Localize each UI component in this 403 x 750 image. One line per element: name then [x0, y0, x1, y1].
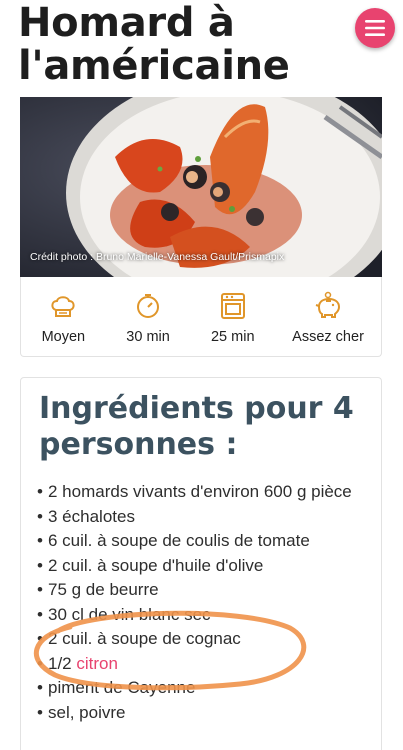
- chef-hat-icon: [51, 296, 75, 317]
- prep-time-label: 30 min: [126, 329, 170, 345]
- difficulty-label: Moyen: [41, 329, 86, 345]
- cost-info: Assez cher: [275, 277, 381, 356]
- difficulty-info: Moyen: [21, 277, 106, 356]
- list-item: • 2 cuil. à soupe de cognac: [37, 629, 241, 648]
- list-item: • 2 cuil. à soupe d'huile d'olive: [37, 555, 264, 575]
- lobster-dish-image: [20, 97, 382, 277]
- piggy-bank-icon: [315, 291, 341, 318]
- cook-time-info: 25 min: [190, 277, 275, 356]
- list-item: • 2 homards vivants d'environ 600 g pièce: [37, 482, 352, 501]
- cost-label: Assez cher: [292, 329, 364, 345]
- ingredients-title: Ingrédients pour 4 personnes :: [39, 391, 354, 462]
- page-title: Homard à l'américaine: [18, 0, 290, 89]
- hamburger-menu-icon: [365, 20, 385, 36]
- list-item: • 75 g de beurre: [37, 580, 159, 599]
- ingredient-list: • 2 homards vivants d'environ 600 g pièce…: [37, 480, 377, 725]
- cook-time-label: 25 min: [210, 329, 255, 345]
- list-item: • 1/2 citron: [37, 653, 118, 673]
- list-item: • piment de Cayenne: [37, 678, 196, 697]
- oven-icon: [220, 293, 245, 319]
- list-item: • 6 cuil. à soupe de coulis de tomate: [37, 531, 310, 550]
- photo-credit: Crédit photo : Bruno Marielle-Vanessa Ga…: [30, 251, 285, 263]
- recipe-info-card: Moyen 30 min 25 min Assez cher: [20, 277, 382, 357]
- ingredients-card: Ingrédients pour 4 personnes : • 2 homard…: [20, 377, 382, 750]
- prep-time-info: 30 min: [106, 277, 191, 356]
- recipe-photo: Crédit photo : Bruno Marielle-Vanessa Ga…: [20, 97, 382, 277]
- list-item: • sel, poivre: [37, 702, 126, 722]
- list-item: • 30 cl de vin blanc sec: [37, 604, 211, 624]
- ingredient-link[interactable]: citron: [76, 654, 118, 673]
- menu-button[interactable]: [355, 8, 395, 48]
- list-item: • 3 échalotes: [37, 506, 135, 526]
- timer-icon: [137, 294, 160, 318]
